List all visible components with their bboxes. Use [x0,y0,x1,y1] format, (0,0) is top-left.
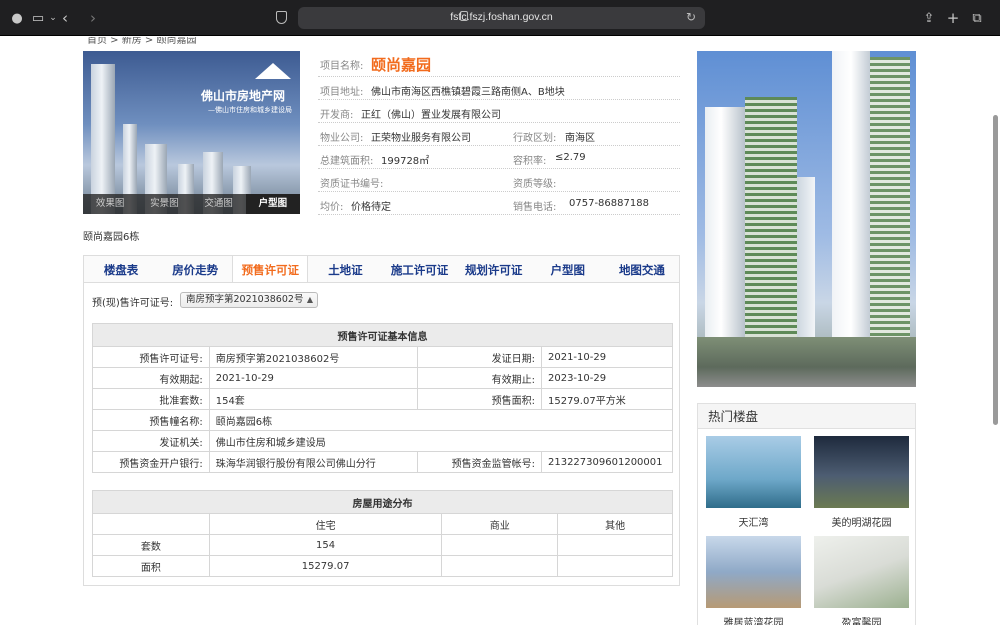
phone-label: 销售电话: [513,202,557,213]
area-label: 总建筑面积: [320,156,374,167]
license-select-label: 预(现)售许可证号: [92,298,174,309]
hot-thumb-tianhuiwan[interactable] [706,436,801,508]
chevron-down-icon[interactable]: ⌄ [48,9,58,27]
table-row: 面积 15279.07 [92,555,673,577]
hot-name-yingfu[interactable]: 盈富馨园 [814,614,909,625]
project-name-label: 项目名称: [320,61,364,72]
price-label: 均价: [320,202,344,213]
tab-map-traffic[interactable]: 地图交通 [605,256,679,282]
tab-price-trend[interactable]: 房价走势 [158,256,232,282]
hot-projects: 热门楼盘 天汇湾 美的明湖花园 雅居蓝湾花园 盈富馨园 [697,403,916,625]
table-row: 套数 154 [92,534,673,556]
house-logo-icon [255,63,291,79]
property-label: 物业公司: [320,133,364,144]
tab-presale-license[interactable]: 预售许可证 [232,256,309,282]
table-row: 预售资金开户银行: 珠海华润银行股份有限公司佛山分行 预售资金监管帐号: 213… [92,451,674,473]
page-scrollbar[interactable] [993,115,998,425]
hot-thumb-yingfu[interactable] [814,536,909,608]
tab-overview-icon[interactable]: ⧉ [970,9,984,27]
address-bar[interactable]: fsfc.fszj.foshan.gov.cn ↻ [298,7,705,29]
tab-land-certificate[interactable]: 土地证 [308,256,382,282]
gallery-tab-render[interactable]: 效果图 [83,194,137,214]
gallery-tab-traffic[interactable]: 交通图 [192,194,246,214]
tab-construction-permit[interactable]: 施工许可证 [383,256,457,282]
forward-icon[interactable]: › [86,9,100,27]
table-header-row: 住宅 商业 其他 [92,513,673,535]
project-gallery[interactable]: 佛山市房地产网 —佛山市住房和城乡建设局 效果图 实景图 交通图 户型图 [83,51,300,214]
gallery-tab-photo[interactable]: 实景图 [137,194,191,214]
tab-building-table[interactable]: 楼盘表 [84,256,158,282]
hot-thumb-yaju[interactable] [706,536,801,608]
usage-distribution-table: 房屋用途分布 住宅 商业 其他 套数 154 面积 15279.07 [92,490,673,577]
page-content: 首页 > 新房 > 颐尚嘉园 佛山市房地产网 —佛山市住房和城乡建设局 效果图 … [0,37,1000,625]
sidebar-icon[interactable]: ▭ [30,9,46,27]
area-value: 199728㎡ [381,156,430,167]
share-icon[interactable]: ⇪ [922,9,936,27]
table-row: 批准套数: 154套 预售面积: 15279.07平方米 [92,388,674,410]
window-dot-icon[interactable]: ● [11,9,22,27]
property-value: 正荣物业服务有限公司 [371,133,471,144]
district-label: 行政区划: [513,133,557,144]
table-row: 有效期起: 2021-10-29 有效期止: 2023-10-29 [92,367,674,389]
privacy-shield-icon[interactable] [276,11,287,24]
developer-value: 正红（佛山）置业发展有限公司 [361,110,501,121]
license-panel: 预(现)售许可证号: 南房预字第2021038602号 ▲ 预售许可证基本信息 … [83,283,680,586]
project-info: 项目名称: 颐尚嘉园 项目地址: 佛山市南海区西樵镇碧霞三路南侧A、B地块 开发… [318,51,680,215]
license-select-value: 南房预字第2021038602号 [186,294,304,305]
hot-thumb-meidi[interactable] [814,436,909,508]
site-logo-subtitle: —佛山市住房和城乡建设局 [208,106,292,114]
browser-toolbar: ● ▭ ⌄ ‹ › fsfc.fszj.foshan.gov.cn ↻ ⇪ + … [0,0,1000,36]
site-logo: 佛山市房地产网 [201,89,286,103]
usage-table-title: 房屋用途分布 [92,490,673,514]
developer-label: 开发商: [320,110,354,121]
url-text: fsfc.fszj.foshan.gov.cn [450,11,553,23]
license-select[interactable]: 南房预字第2021038602号 ▲ [180,292,318,308]
district-value: 南海区 [565,133,595,144]
project-hero-image[interactable] [697,51,916,387]
phone-value: 0757-86887188 [569,198,649,209]
hot-name-meidi[interactable]: 美的明湖花园 [814,514,909,529]
license-table-title: 预售许可证基本信息 [92,323,673,347]
gallery-tab-floorplan[interactable]: 户型图 [245,194,300,214]
table-row: 预售幢名称: 颐尚嘉园6栋 [92,409,674,431]
back-icon[interactable]: ‹ [58,9,72,27]
address-value: 佛山市南海区西樵镇碧霞三路南侧A、B地块 [371,87,565,98]
project-name: 颐尚嘉园 [371,56,432,74]
hot-projects-title: 热门楼盘 [698,404,915,429]
detail-tabs: 楼盘表 房价走势 预售许可证 土地证 施工许可证 规划许可证 户型图 地图交通 [83,255,680,283]
table-row: 发证机关: 佛山市住房和城乡建设局 [92,430,674,452]
reload-icon[interactable]: ↻ [686,10,696,24]
breadcrumb[interactable]: 首页 > 新房 > 颐尚嘉园 [87,37,196,46]
far-label: 容积率: [513,156,547,167]
tab-planning-permit[interactable]: 规划许可证 [457,256,531,282]
table-row: 预售许可证号: 南房预字第2021038602号 发证日期: 2021-10-2… [92,346,674,368]
license-info-table: 预售许可证基本信息 预售许可证号: 南房预字第2021038602号 发证日期:… [92,323,674,473]
new-tab-icon[interactable]: + [946,9,960,27]
hot-name-tianhuiwan[interactable]: 天汇湾 [706,514,801,529]
far-value: ≤2.79 [555,152,586,163]
address-label: 项目地址: [320,87,364,98]
gallery-caption: 颐尚嘉园6栋 [83,232,140,243]
price-value: 价格待定 [351,202,391,213]
hot-name-yaju[interactable]: 雅居蓝湾花园 [706,614,801,625]
tab-floor-plan[interactable]: 户型图 [531,256,605,282]
gallery-tabs: 效果图 实景图 交通图 户型图 [83,194,300,214]
select-arrows-icon: ▲ [306,295,313,304]
cert-label: 资质证书编号: [320,179,384,190]
grade-label: 资质等级: [513,179,557,190]
